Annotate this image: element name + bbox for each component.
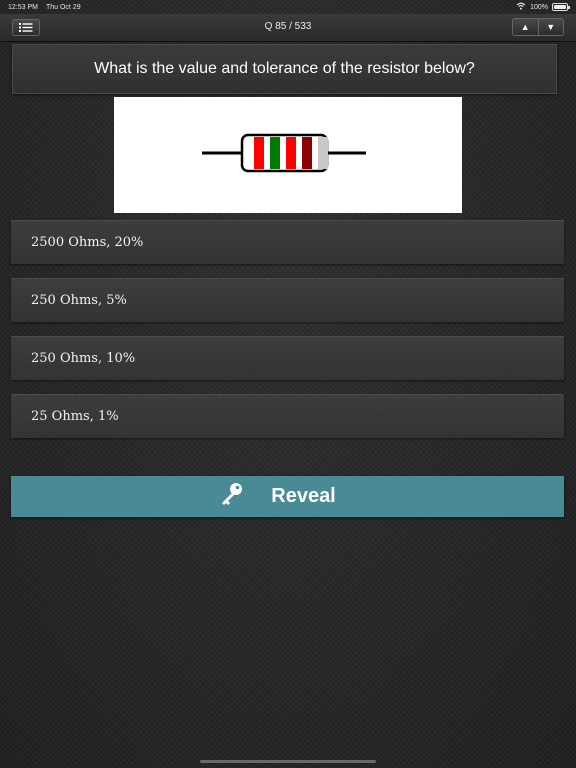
- status-right: 100%: [516, 2, 570, 12]
- toolbar: Q 85 / 533 ▲ ▼: [0, 14, 576, 42]
- question-text: What is the value and tolerance of the r…: [94, 60, 475, 77]
- wifi-icon: [516, 2, 526, 12]
- reveal-button[interactable]: Reveal: [11, 476, 564, 517]
- next-question-button[interactable]: ▼: [537, 19, 563, 35]
- resistor-diagram: [202, 133, 366, 173]
- home-indicator[interactable]: [200, 760, 376, 763]
- answer-option-label: 25 Ohms, 1%: [31, 409, 119, 424]
- status-bar: 12:53 PM Thu Oct 29 100%: [0, 0, 576, 14]
- battery-icon: [552, 3, 570, 11]
- answer-option-1[interactable]: 2500 Ohms, 20%: [11, 220, 564, 264]
- question-counter: Q 85 / 533: [264, 21, 312, 32]
- answer-option-2[interactable]: 250 Ohms, 5%: [11, 278, 564, 322]
- resistor-band-5: [318, 137, 328, 169]
- answer-option-3[interactable]: 250 Ohms, 10%: [11, 336, 564, 380]
- question-image: [114, 97, 462, 213]
- previous-question-button[interactable]: ▲: [513, 19, 538, 35]
- reveal-label: Reveal: [271, 485, 336, 507]
- answer-option-label: 250 Ohms, 10%: [31, 351, 136, 366]
- question-nav: ▲ ▼: [512, 18, 564, 36]
- answer-option-label: 250 Ohms, 5%: [31, 293, 127, 308]
- resistor-band-1: [254, 137, 264, 169]
- resistor-band-2: [270, 137, 280, 169]
- resistor-band-3: [286, 137, 296, 169]
- status-date: Thu Oct 29: [45, 3, 81, 11]
- status-left: 12:53 PM Thu Oct 29: [8, 4, 81, 11]
- answer-option-4[interactable]: 25 Ohms, 1%: [11, 394, 564, 438]
- question-card: What is the value and tolerance of the r…: [12, 44, 557, 94]
- resistor-band-4: [302, 137, 312, 169]
- key-icon: [219, 481, 245, 513]
- battery-percent: 100%: [530, 3, 548, 11]
- answer-option-label: 2500 Ohms, 20%: [31, 235, 144, 250]
- status-time: 12:53 PM: [8, 3, 38, 11]
